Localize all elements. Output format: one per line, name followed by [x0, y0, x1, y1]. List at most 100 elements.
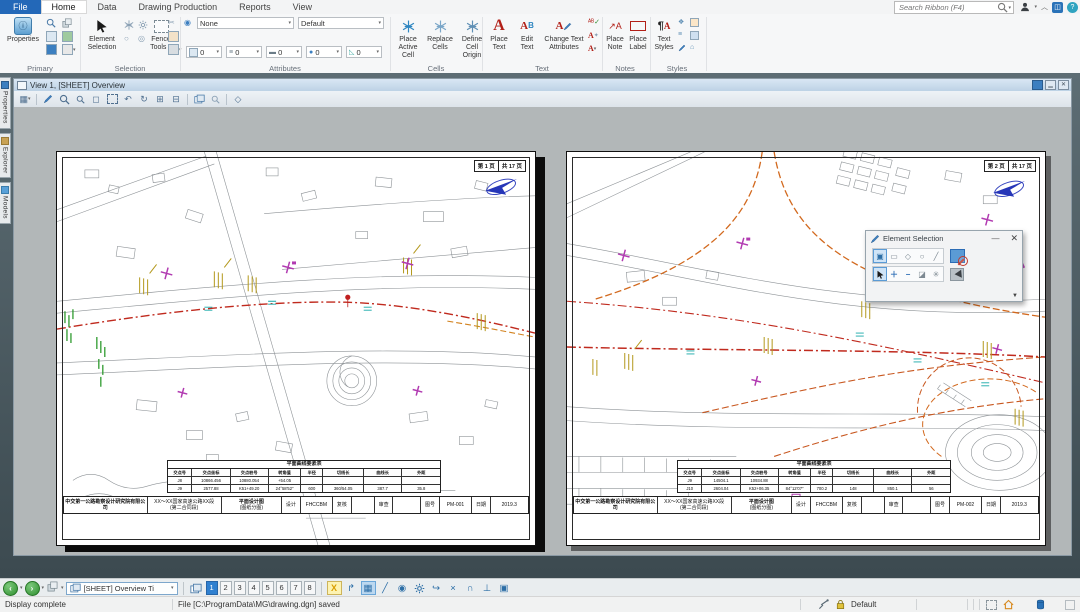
- select-all-icon[interactable]: [124, 20, 134, 30]
- user-icon[interactable]: [1020, 2, 1030, 12]
- text-tools-icon[interactable]: A✦: [588, 31, 599, 40]
- place-arc-icon[interactable]: ∩: [463, 581, 478, 595]
- more-text-icon[interactable]: A▾: [588, 44, 596, 53]
- paste-icon[interactable]: [46, 31, 57, 42]
- edit-text-button[interactable]: AB EditText: [514, 16, 540, 52]
- delete-element-icon[interactable]: ×: [446, 581, 461, 595]
- view-toggle-6[interactable]: 6: [276, 581, 288, 595]
- line-styles-icon[interactable]: ≡: [678, 31, 682, 38]
- properties-button[interactable]: ⓘ Properties: [5, 16, 41, 44]
- copy-view-icon[interactable]: [192, 93, 206, 106]
- sidebar-tab-properties[interactable]: Properties: [0, 77, 11, 129]
- snap-mode-icon[interactable]: [817, 599, 829, 611]
- view-group-stack-icon[interactable]: [46, 579, 59, 597]
- active-level-indicator[interactable]: Default: [851, 600, 911, 609]
- stack-caret[interactable]: ▾: [61, 585, 64, 591]
- method-circle-icon[interactable]: ○: [915, 249, 929, 263]
- active-style-combo[interactable]: Default▾: [298, 17, 384, 29]
- color-combo[interactable]: ● 0▾: [306, 46, 342, 58]
- pan-view-icon[interactable]: ↻: [137, 93, 151, 106]
- connect-icon[interactable]: ◫: [1052, 2, 1063, 13]
- zoom-tool-icon[interactable]: [46, 18, 56, 28]
- place-circle-icon[interactable]: ◉: [395, 581, 410, 595]
- copy-fence-icon[interactable]: [168, 31, 179, 42]
- view-close-icon[interactable]: ✕: [1058, 80, 1069, 90]
- place-label-button[interactable]: PlaceLabel: [626, 16, 650, 52]
- zoom-in-icon[interactable]: [57, 93, 71, 106]
- mode-clear-icon[interactable]: ✳: [929, 267, 943, 281]
- drawing-canvas[interactable]: 第 1 页共 17 页 平面曲线要素表 交点号交点坐标交点桩号转角值半径切线长曲…: [14, 107, 1071, 555]
- style-more-icon[interactable]: ⌂: [690, 44, 694, 51]
- search-input[interactable]: [897, 2, 997, 13]
- place-note-button[interactable]: ↗A PlaceNote: [604, 16, 626, 52]
- place-smartline-icon[interactable]: ↱: [344, 581, 359, 595]
- mode-invert-icon[interactable]: ◪: [915, 267, 929, 281]
- level-number-combo[interactable]: 0▾: [186, 46, 222, 58]
- help-icon[interactable]: ?: [1067, 2, 1078, 13]
- perpendicular-icon[interactable]: ⊥: [480, 581, 495, 595]
- view-attributes-icon[interactable]: ▦▾: [18, 93, 32, 106]
- mode-new-icon[interactable]: [873, 267, 887, 281]
- transparency-combo[interactable]: ◺ 0▾: [346, 46, 382, 58]
- dialog-minimize-icon[interactable]: —: [991, 234, 999, 243]
- view-toggle-8[interactable]: 8: [304, 581, 316, 595]
- element-templates-icon[interactable]: [690, 18, 699, 27]
- grid-icon[interactable]: ▾: [62, 44, 76, 55]
- change-text-attributes-button[interactable]: A Change TextAttributes: [542, 16, 586, 52]
- fit-view-icon[interactable]: [105, 93, 119, 106]
- view-minimize-icon[interactable]: ▁: [1045, 80, 1056, 90]
- design-home-icon[interactable]: [1002, 599, 1014, 611]
- view-toggle-1[interactable]: 1: [206, 581, 218, 595]
- view-previous-button[interactable]: ‹: [3, 581, 18, 596]
- view-previous-icon[interactable]: ⊞: [153, 93, 167, 106]
- method-shape-icon[interactable]: ◇: [901, 249, 915, 263]
- select-all-elements-icon[interactable]: [950, 268, 964, 281]
- view-group-combo[interactable]: [SHEET] Overview Ti ▾: [66, 582, 178, 595]
- user-caret[interactable]: ▾: [1034, 4, 1037, 10]
- dialog-expand-caret[interactable]: ▼: [1012, 293, 1018, 299]
- element-selection-dialog[interactable]: Element Selection — ✕ ▣ ▭ ◇ ○ ╱ ＋ −: [865, 230, 1023, 302]
- rotate-view-icon[interactable]: ↶: [121, 93, 135, 106]
- sidebar-tab-models[interactable]: Models: [0, 182, 11, 224]
- tab-reports[interactable]: Reports: [228, 0, 282, 14]
- view-toggle-7[interactable]: 7: [290, 581, 302, 595]
- place-line-icon[interactable]: ╱: [378, 581, 393, 595]
- view-next-icon[interactable]: ⊟: [169, 93, 183, 106]
- method-block-icon[interactable]: ▭: [887, 249, 901, 263]
- new-selection-icon[interactable]: [950, 249, 965, 263]
- tab-file[interactable]: File: [0, 0, 41, 14]
- collapse-ribbon-icon[interactable]: ︿: [1041, 2, 1048, 12]
- edit-style-icon[interactable]: [678, 44, 686, 52]
- view-toggle-4[interactable]: 4: [248, 581, 260, 595]
- view-pin-icon[interactable]: [1032, 80, 1043, 90]
- database-status-icon[interactable]: [1034, 599, 1046, 611]
- update-view-icon[interactable]: [41, 93, 55, 106]
- view-toggle-2[interactable]: 2: [220, 581, 232, 595]
- mode-subtract-icon[interactable]: −: [901, 267, 915, 281]
- cell-styles-icon[interactable]: [690, 31, 699, 40]
- modify-curve-icon[interactable]: ↪: [429, 581, 444, 595]
- select-none-icon[interactable]: ○: [124, 34, 129, 43]
- cut-icon[interactable]: ✂: [168, 18, 175, 27]
- window-area-icon[interactable]: ◻: [89, 93, 103, 106]
- dimension-styles-icon[interactable]: ❖: [678, 18, 684, 26]
- replace-cells-button[interactable]: ReplaceCells: [425, 16, 455, 52]
- method-individual-icon[interactable]: ▣: [873, 249, 887, 263]
- tab-data[interactable]: Data: [87, 0, 128, 14]
- fence-tool-icon[interactable]: ▣: [497, 581, 512, 595]
- forward-caret[interactable]: ▾: [42, 585, 45, 591]
- method-line-icon[interactable]: ╱: [929, 249, 943, 263]
- select-previous-icon[interactable]: ◎: [138, 34, 145, 43]
- active-level-combo[interactable]: None▾: [197, 17, 294, 29]
- view-next-button[interactable]: ›: [25, 581, 40, 596]
- view-toggle-5[interactable]: 5: [262, 581, 274, 595]
- zoom-out-icon[interactable]: [73, 93, 87, 106]
- view-display-mode-icon[interactable]: [208, 93, 222, 106]
- tab-drawing-production[interactable]: Drawing Production: [128, 0, 229, 14]
- text-styles-button[interactable]: ¶A TextStyles: [652, 16, 676, 52]
- dialog-close-icon[interactable]: ✕: [1010, 233, 1018, 244]
- settings-gear-icon[interactable]: [412, 581, 427, 595]
- spell-check-icon[interactable]: ᴬᴮ✓: [588, 18, 600, 26]
- element-selection-button[interactable]: Element Selection: [84, 16, 120, 52]
- locks-icon[interactable]: [834, 599, 846, 611]
